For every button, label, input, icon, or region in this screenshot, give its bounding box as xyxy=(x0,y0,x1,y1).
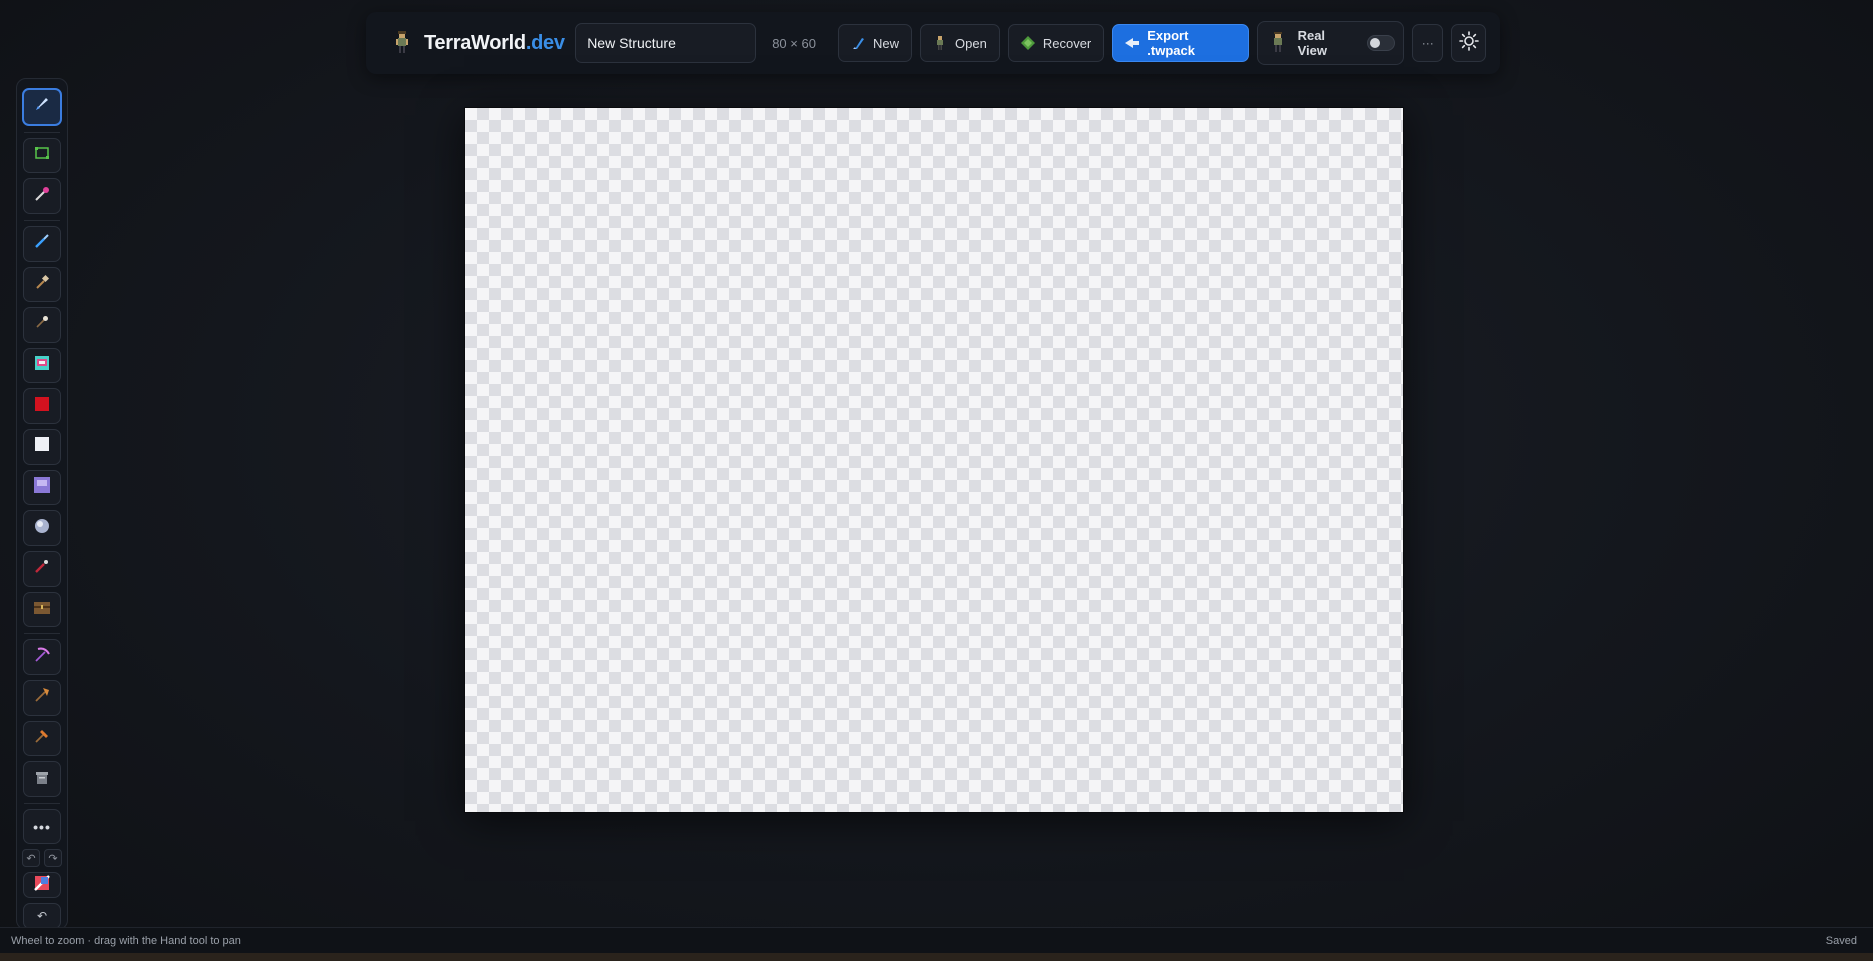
separator xyxy=(24,802,60,804)
select-tool[interactable] xyxy=(23,137,61,174)
wand-icon xyxy=(34,186,50,207)
top-bar: TerraWorld.dev 80 × 60 New Open Recover … xyxy=(366,12,1500,74)
bucket-icon xyxy=(33,354,51,377)
brush-icon xyxy=(34,233,50,254)
new-button[interactable]: New xyxy=(838,24,913,62)
axe-tool[interactable] xyxy=(23,679,61,716)
guide-character-icon xyxy=(390,29,414,57)
rocket-icon xyxy=(34,96,50,117)
chest-tool[interactable] xyxy=(23,591,61,628)
reset-view-button[interactable]: ↶ xyxy=(23,903,61,929)
open-character-icon xyxy=(933,36,947,50)
purple-block-icon xyxy=(34,477,50,498)
separator xyxy=(24,131,60,133)
red-block-icon xyxy=(35,396,49,416)
new-file-icon xyxy=(851,36,865,50)
export-button[interactable]: Export .twpack xyxy=(1112,24,1249,62)
redo-icon: ↷ xyxy=(48,852,58,865)
sun-icon xyxy=(1458,30,1479,56)
tool-palette: ••• ↶ ↷ ↶ xyxy=(16,78,68,930)
purple-block-tool[interactable] xyxy=(23,469,61,506)
export-icon xyxy=(1125,36,1140,50)
chest-icon xyxy=(34,600,50,619)
structure-name-input[interactable] xyxy=(575,23,757,63)
brand-name: TerraWorld.dev xyxy=(424,31,565,54)
bottom-strip xyxy=(0,953,1873,961)
canvas-dimensions: 80 × 60 xyxy=(772,35,816,51)
history-controls: ↶ ↷ xyxy=(22,849,62,868)
clear-button[interactable] xyxy=(23,872,61,899)
hammer-icon xyxy=(34,274,50,295)
selection-rect-icon xyxy=(34,145,50,166)
status-hint: Wheel to zoom · drag with the Hand tool … xyxy=(11,934,241,947)
white-block-icon xyxy=(35,437,49,456)
save-status: Saved xyxy=(1825,934,1857,947)
pointer-tool[interactable] xyxy=(22,88,62,126)
sphere-icon xyxy=(34,518,50,539)
theme-toggle-button[interactable] xyxy=(1451,24,1486,62)
undo-button[interactable]: ↶ xyxy=(22,849,40,868)
separator xyxy=(24,219,60,221)
open-button[interactable]: Open xyxy=(920,24,1000,62)
eraser-icon xyxy=(34,874,50,896)
hammer-icon xyxy=(33,727,51,750)
rod-icon xyxy=(34,558,50,579)
pin-icon xyxy=(34,314,50,335)
trash-tool[interactable] xyxy=(23,761,61,797)
brand: TerraWorld.dev xyxy=(390,29,571,57)
wire-tool[interactable] xyxy=(23,307,61,343)
ellipsis-icon: ••• xyxy=(33,818,51,835)
undo-icon: ↶ xyxy=(26,852,36,865)
white-block-tool[interactable] xyxy=(23,429,61,465)
real-view-control[interactable]: Real View xyxy=(1256,21,1405,65)
real-view-toggle[interactable] xyxy=(1366,35,1396,51)
separator xyxy=(24,633,60,635)
pickaxe-icon xyxy=(33,646,51,669)
pickaxe-tool[interactable] xyxy=(23,639,61,675)
redo-button[interactable]: ↷ xyxy=(44,849,62,868)
toggle-knob xyxy=(1369,38,1380,48)
reset-icon: ↶ xyxy=(36,909,48,924)
structure-canvas[interactable] xyxy=(464,107,1404,813)
trash-icon xyxy=(34,769,50,790)
magic-wand-tool[interactable] xyxy=(23,178,61,214)
wrench-tool[interactable] xyxy=(23,551,61,587)
red-block-tool[interactable] xyxy=(23,388,61,425)
sphere-tool[interactable] xyxy=(23,510,61,547)
recover-icon xyxy=(1020,36,1035,50)
axe-icon xyxy=(33,686,51,709)
more-options-button[interactable]: ··· xyxy=(1412,24,1444,62)
hammer-tool[interactable] xyxy=(23,266,61,303)
hammer-alt-tool[interactable] xyxy=(23,720,61,757)
status-bar: Wheel to zoom · drag with the Hand tool … xyxy=(0,927,1873,953)
real-view-character-icon xyxy=(1270,31,1286,55)
recover-button[interactable]: Recover xyxy=(1007,24,1105,62)
paint-bucket-tool[interactable] xyxy=(23,347,61,384)
more-tools-button[interactable]: ••• xyxy=(23,808,61,845)
paint-tool[interactable] xyxy=(23,225,61,262)
